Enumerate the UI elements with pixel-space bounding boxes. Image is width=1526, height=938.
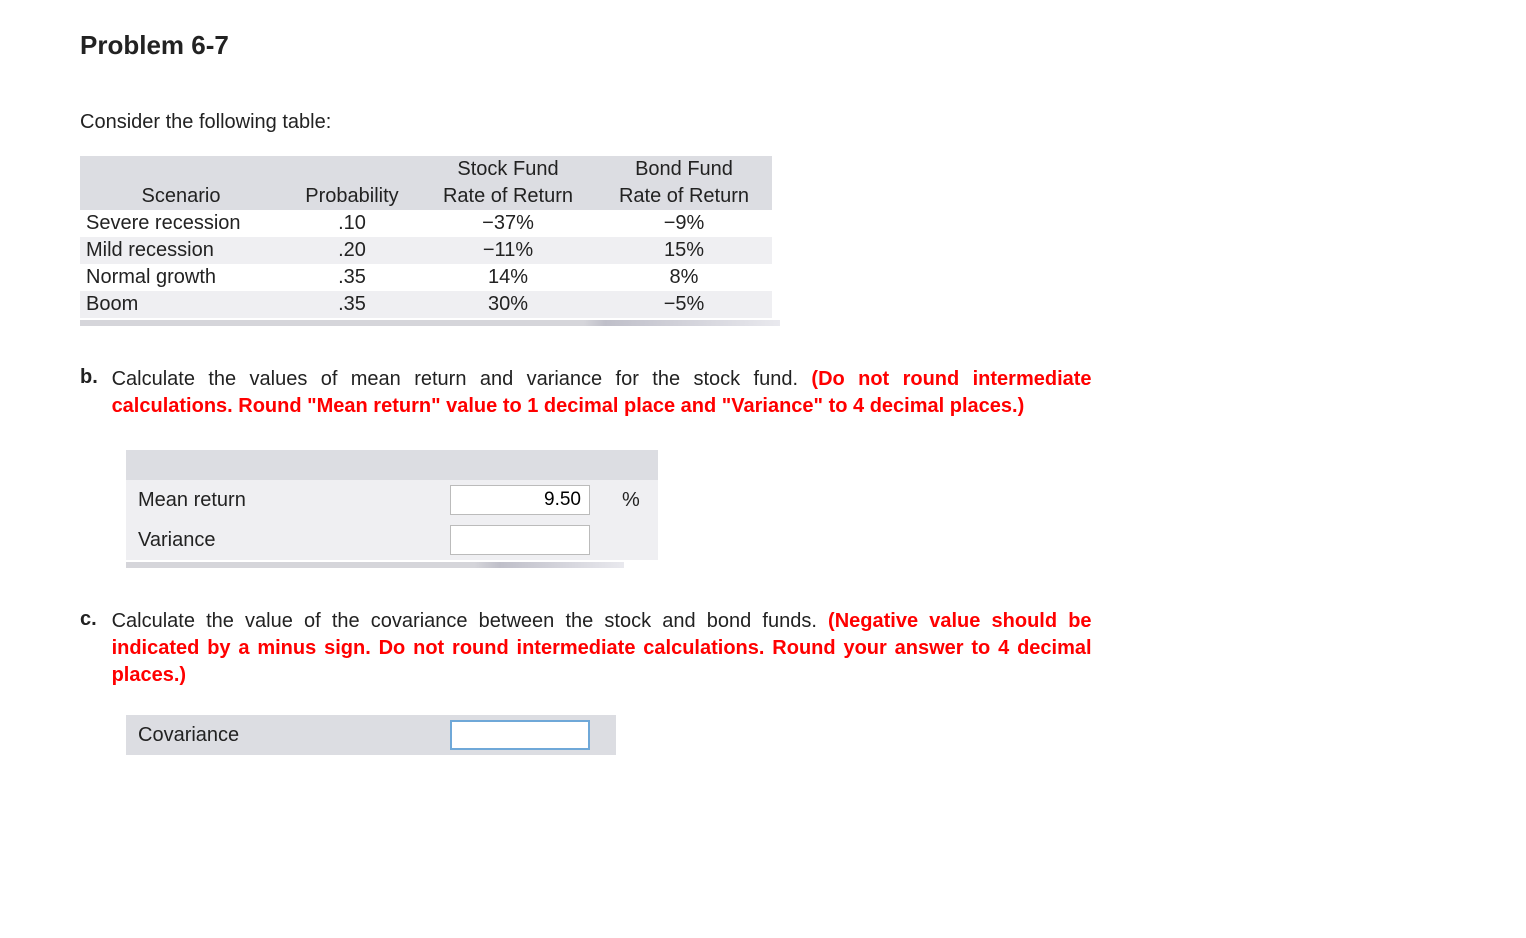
covariance-label: Covariance (126, 715, 444, 755)
variance-input[interactable] (450, 525, 590, 555)
answer-shadow (126, 562, 624, 568)
part-b-text: Calculate the values of mean return and … (112, 368, 812, 390)
part-b-body: Calculate the values of mean return and … (112, 366, 1092, 420)
table-row: Severe recession .10 −37% −9% (80, 210, 772, 237)
part-c: c. Calculate the value of the covariance… (80, 608, 1100, 689)
col-header-bond-top: Bond Fund (596, 156, 772, 183)
table-row: Normal growth .35 14% 8% (80, 264, 772, 291)
mean-return-label: Mean return (126, 480, 444, 520)
intro-text: Consider the following table: (80, 111, 1100, 134)
variance-label: Variance (126, 520, 444, 560)
scenario-table: Stock Fund Bond Fund Scenario Probabilit… (80, 156, 772, 318)
problem-content: Problem 6-7 Consider the following table… (80, 30, 1100, 755)
part-b: b. Calculate the values of mean return a… (80, 366, 1100, 420)
col-header-scenario: Scenario (80, 183, 284, 210)
col-header-probability: Probability (284, 183, 420, 210)
col-header-stock-top: Stock Fund (420, 156, 596, 183)
table-shadow (80, 320, 780, 326)
col-header-bond: Rate of Return (596, 183, 772, 210)
col-header-stock: Rate of Return (420, 183, 596, 210)
variance-suffix (616, 520, 658, 560)
answer-row-mean: Mean return % (126, 480, 658, 520)
part-c-answers: Covariance (126, 715, 1100, 755)
table-row: Mild recession .20 −11% 15% (80, 237, 772, 264)
scenario-table-wrap: Stock Fund Bond Fund Scenario Probabilit… (80, 156, 1100, 326)
part-b-letter: b. (80, 366, 106, 389)
part-c-text: Calculate the value of the covariance be… (112, 610, 828, 632)
mean-return-input[interactable] (450, 485, 590, 515)
part-b-answers: Mean return % Variance (126, 450, 1100, 568)
mean-return-suffix: % (616, 480, 658, 520)
problem-title: Problem 6-7 (80, 30, 1100, 61)
table-row: Boom .35 30% −5% (80, 291, 772, 318)
answer-row-covariance: Covariance (126, 715, 616, 755)
answer-row-variance: Variance (126, 520, 658, 560)
covariance-input[interactable] (450, 720, 590, 750)
part-c-body: Calculate the value of the covariance be… (112, 608, 1092, 689)
part-c-letter: c. (80, 608, 106, 631)
